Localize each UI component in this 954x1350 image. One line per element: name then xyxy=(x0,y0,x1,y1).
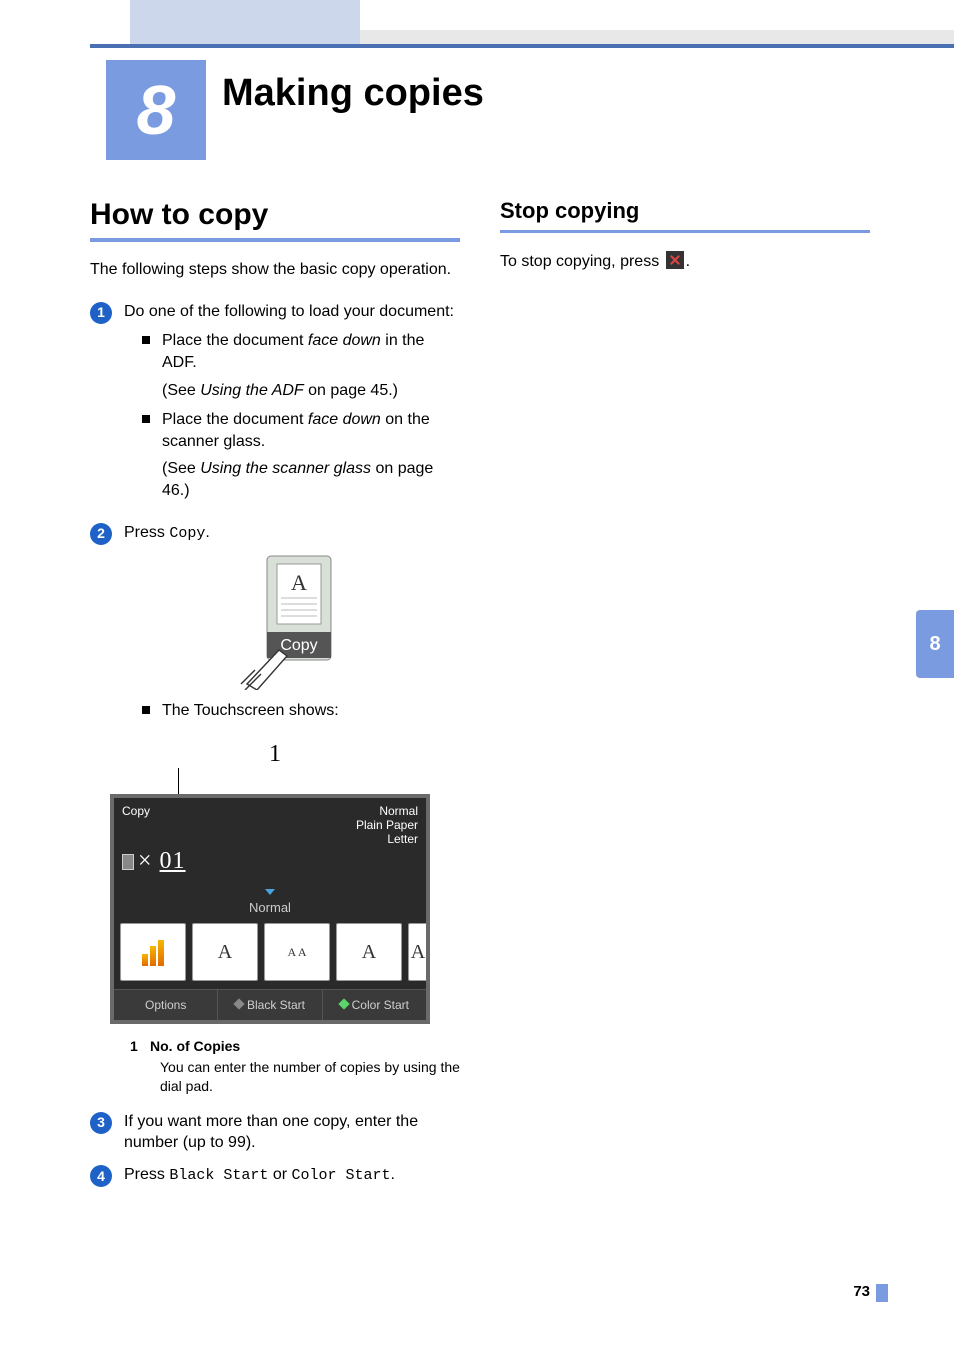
cross-ref: Using the scanner glass xyxy=(200,460,371,477)
legend-title: No. of Copies xyxy=(150,1038,240,1054)
step-4: 4 Press Black Start or Color Start. xyxy=(90,1164,460,1187)
text: Press xyxy=(124,524,169,541)
left-column: How to copy The following steps show the… xyxy=(90,198,460,1197)
legend-number: 1 xyxy=(130,1038,150,1054)
page-number: 73 xyxy=(853,1283,870,1300)
device-status-paper-size: Letter xyxy=(387,832,418,846)
emphasis: face down xyxy=(308,411,381,428)
legend-description: You can enter the number of copies by us… xyxy=(160,1058,460,1094)
text: (See xyxy=(162,382,200,399)
chevron-down-icon xyxy=(265,889,275,895)
diamond-icon xyxy=(233,999,244,1010)
svg-text:Copy: Copy xyxy=(280,637,317,654)
step-1: 1 Do one of the following to load your d… xyxy=(90,301,460,512)
step-1-lead: Do one of the following to load your doc… xyxy=(124,301,460,323)
screenshot-legend: 1No. of Copies You can enter the number … xyxy=(130,1038,460,1094)
touchscreen-screenshot: 1 Copy Normal Plain Paper Letter × 01 No… xyxy=(110,741,440,1024)
step-2: 2 Press Copy. A Copy The Touchscreen sho… xyxy=(90,522,460,732)
chapter-title: Making copies xyxy=(222,72,484,115)
text: Place the document xyxy=(162,332,308,349)
key-label: Color Start xyxy=(292,1167,391,1184)
preset-card-chart xyxy=(120,923,186,981)
preset-card-more: A xyxy=(408,923,426,981)
callout-number-1: 1 xyxy=(110,741,440,768)
step-3-text: If you want more than one copy, enter th… xyxy=(124,1111,460,1154)
device-mode-row: Normal xyxy=(114,879,426,919)
text: Place the document xyxy=(162,411,308,428)
step-3: 3 If you want more than one copy, enter … xyxy=(90,1111,460,1154)
step-badge-4: 4 xyxy=(90,1165,112,1187)
key-label: Copy xyxy=(169,525,205,542)
step-badge-2: 2 xyxy=(90,523,112,545)
chapter-number-block: 8 xyxy=(106,60,206,160)
step-badge-1: 1 xyxy=(90,302,112,324)
label: Color Start xyxy=(352,998,409,1012)
device-status-paper-type: Plain Paper xyxy=(356,818,418,832)
diamond-icon xyxy=(338,999,349,1010)
text: or xyxy=(268,1166,291,1183)
text: (See xyxy=(162,460,200,477)
copy-count-value: 01 xyxy=(160,848,186,874)
chapter-side-tab: 8 xyxy=(916,610,954,678)
text: To stop copying, press xyxy=(500,253,664,270)
text: × xyxy=(138,848,153,874)
device-status-quality: Normal xyxy=(379,804,418,818)
page-icon xyxy=(122,854,134,870)
device-screen: Copy Normal Plain Paper Letter × 01 Norm… xyxy=(110,794,430,1024)
svg-text:A: A xyxy=(291,570,307,595)
text: . xyxy=(391,1166,395,1183)
text: . xyxy=(205,524,209,541)
header-rule xyxy=(90,44,954,48)
device-mode-label: Normal xyxy=(249,900,291,915)
device-title: Copy xyxy=(122,804,150,846)
device-color-start-button: Color Start xyxy=(323,990,426,1020)
callout-leader-line xyxy=(178,768,179,794)
step-badge-3: 3 xyxy=(90,1112,112,1134)
cross-ref: Using the ADF xyxy=(200,382,303,399)
stop-copying-text: To stop copying, press . xyxy=(500,251,870,273)
text: . xyxy=(686,253,690,270)
right-column: Stop copying To stop copying, press . xyxy=(500,198,870,293)
heading-rule xyxy=(500,230,870,233)
heading-rule xyxy=(90,238,460,242)
device-copy-count: × 01 xyxy=(114,848,426,879)
cancel-x-icon xyxy=(666,251,684,269)
text: The Touchscreen shows: xyxy=(162,700,460,722)
device-preset-row: A A A A A xyxy=(114,919,426,989)
preset-card-2in1: A A xyxy=(264,923,330,981)
text: on page 45.) xyxy=(304,382,398,399)
copy-button-illustration: A Copy xyxy=(237,550,347,690)
preset-card-text: A xyxy=(192,923,258,981)
section-heading-stop-copying: Stop copying xyxy=(500,198,870,224)
device-black-start-button: Black Start xyxy=(218,990,322,1020)
preset-card-enlarge: A xyxy=(336,923,402,981)
header-blue-block xyxy=(130,0,360,44)
label: Black Start xyxy=(247,998,305,1012)
device-options-button: Options xyxy=(114,990,218,1020)
step-1-bullet-2: Place the document face down on the scan… xyxy=(142,409,460,501)
section-heading-how-to-copy: How to copy xyxy=(90,198,460,232)
page-number-accent xyxy=(876,1284,888,1302)
emphasis: face down xyxy=(308,332,381,349)
touchscreen-note: The Touchscreen shows: xyxy=(142,700,460,722)
key-label: Black Start xyxy=(169,1167,268,1184)
intro-text: The following steps show the basic copy … xyxy=(90,260,460,281)
text: Press xyxy=(124,1166,169,1183)
step-1-bullet-1: Place the document face down in the ADF.… xyxy=(142,330,460,401)
